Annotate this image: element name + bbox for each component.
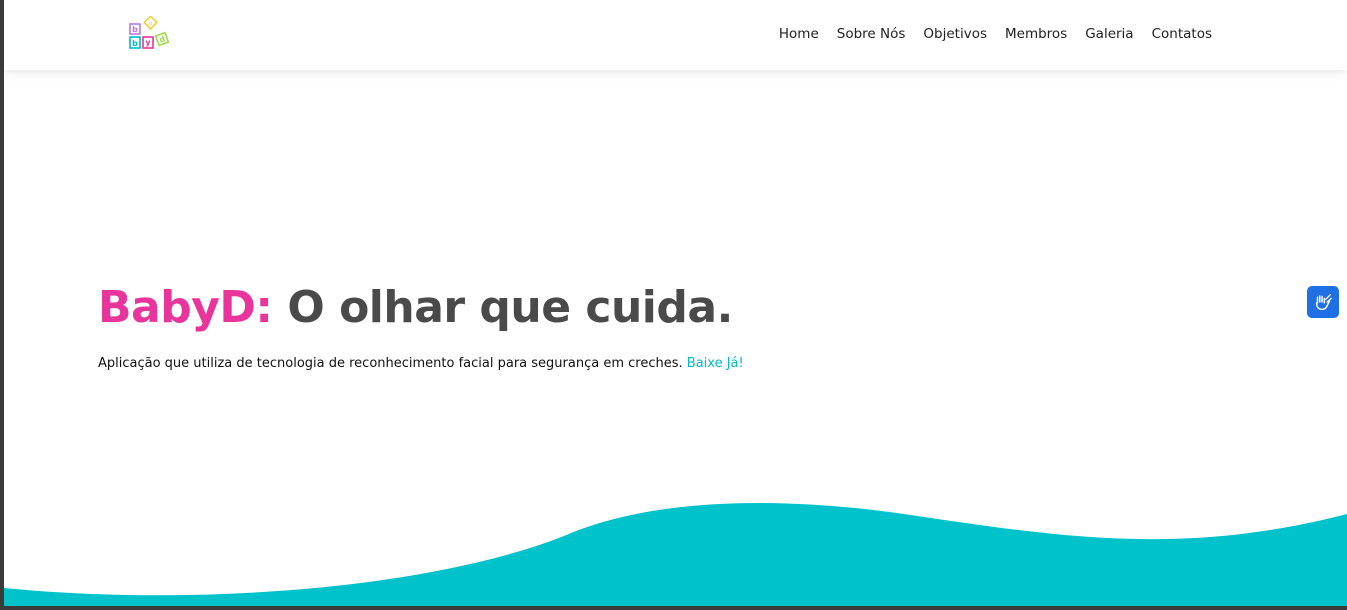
nav-objetivos[interactable]: Objetivos — [914, 24, 996, 44]
nav-contatos[interactable]: Contatos — [1143, 24, 1221, 44]
hero-description: Aplicação que utiliza de tecnologia de r… — [98, 356, 744, 371]
logo[interactable]: o b b y d — [128, 15, 174, 54]
nav-home[interactable]: Home — [770, 24, 828, 44]
nav-galeria[interactable]: Galeria — [1076, 24, 1142, 44]
download-link[interactable]: Baixe Já! — [687, 356, 744, 371]
svg-text:b: b — [132, 39, 138, 48]
sign-language-icon — [1315, 294, 1332, 311]
svg-text:y: y — [145, 38, 151, 47]
logo-blocks-icon: o b b y d — [129, 15, 170, 49]
wave-decoration — [4, 502, 1347, 606]
svg-text:o: o — [148, 20, 152, 28]
navbar: o b b y d Home Sobre Nós Objetivos Membr… — [4, 0, 1347, 70]
main-nav: Home Sobre Nós Objetivos Membros Galeria… — [770, 24, 1221, 44]
hero-tagline: O olhar que cuida. — [272, 282, 733, 333]
hero-brand: BabyD: — [98, 282, 273, 333]
nav-membros[interactable]: Membros — [996, 24, 1076, 44]
page: o b b y d Home Sobre Nós Objetivos Membr… — [4, 0, 1347, 606]
hero-section: BabyD: O olhar que cuida. Aplicação que … — [98, 276, 744, 371]
svg-text:b: b — [132, 25, 138, 34]
nav-sobre-nos[interactable]: Sobre Nós — [828, 24, 915, 44]
accessibility-button[interactable] — [1307, 286, 1339, 318]
hero-title: BabyD: O olhar que cuida. — [98, 276, 744, 340]
hero-description-text: Aplicação que utiliza de tecnologia de r… — [98, 356, 683, 371]
